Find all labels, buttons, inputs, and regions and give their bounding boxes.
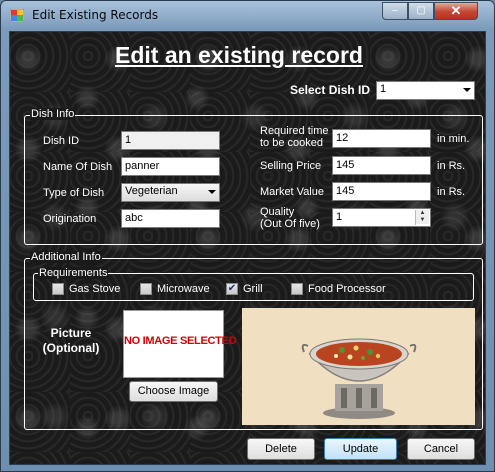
minimize-button[interactable]: – [382, 2, 408, 20]
dish-name-label: Name Of Dish [43, 161, 113, 173]
dish-id-label: Dish ID [43, 135, 80, 147]
dish-id-field[interactable]: 1 [121, 131, 220, 150]
form-client-area: Edit an existing record Select Dish ID 1… [9, 31, 486, 465]
market-value-field[interactable]: 145 [332, 182, 431, 201]
quality-value: 1 [336, 211, 343, 223]
cook-time-unit: in min. [437, 133, 470, 145]
grill-checkbox[interactable]: ✔ [226, 283, 238, 295]
quality-label: Quality (Out Of five) [260, 206, 320, 230]
choose-image-button[interactable]: Choose Image [129, 381, 218, 402]
dish-name-field[interactable]: panner [121, 157, 220, 176]
additional-info-legend: Additional Info [30, 251, 102, 263]
checkmark-icon: ✔ [227, 283, 237, 294]
grill-label: Grill [243, 283, 263, 295]
no-image-placeholder: NO IMAGE SELECTED [123, 310, 237, 378]
gas-stove-checkbox[interactable] [52, 283, 64, 295]
dish-type-label: Type of Dish [43, 187, 105, 199]
edit-records-window: Edit Existing Records – ▢ ✕ Edit an exis… [0, 0, 495, 472]
gas-stove-label: Gas Stove [69, 283, 121, 295]
selling-price-unit: in Rs. [437, 160, 466, 172]
dish-info-legend: Dish Info [30, 108, 76, 120]
selling-price-field[interactable]: 145 [332, 156, 431, 175]
stepper-arrows[interactable]: ▲ ▼ [415, 210, 429, 225]
delete-button[interactable]: Delete [247, 438, 315, 460]
origination-label: Origination [43, 213, 97, 225]
cook-time-label: Required time to be cooked [260, 125, 329, 149]
cancel-button[interactable]: Cancel [407, 438, 475, 460]
select-dish-id-label: Select Dish ID [290, 83, 371, 97]
dish-type-value: Vegeterian [125, 185, 178, 197]
select-dish-id-dropdown[interactable]: 1 [376, 81, 475, 100]
quality-stepper[interactable]: 1 ▲ ▼ [332, 208, 431, 227]
app-icon [10, 9, 24, 22]
food-processor-checkbox[interactable] [291, 283, 303, 295]
close-button[interactable]: ✕ [434, 2, 478, 20]
maximize-button[interactable]: ▢ [408, 2, 434, 20]
window-title: Edit Existing Records [32, 8, 159, 22]
update-button[interactable]: Update [324, 438, 397, 460]
market-value-label: Market Value [260, 186, 324, 198]
picture-label: Picture (Optional) [42, 326, 100, 355]
cook-time-field[interactable]: 12 [332, 129, 431, 148]
page-title: Edit an existing record [115, 42, 363, 68]
food-processor-label: Food Processor [308, 283, 386, 295]
dish-photo [242, 308, 475, 425]
dish-type-dropdown[interactable]: Vegeterian [121, 183, 220, 202]
stepper-down-icon[interactable]: ▼ [416, 217, 429, 224]
origination-field[interactable]: abc [121, 209, 220, 228]
requirements-legend: Requirements [38, 267, 109, 279]
no-image-text: NO IMAGE SELECTED [124, 335, 237, 347]
select-dish-id-value: 1 [380, 83, 387, 95]
chevron-down-icon [463, 88, 471, 92]
market-value-unit: in Rs. [437, 186, 466, 198]
title-bar[interactable]: Edit Existing Records – ▢ ✕ [1, 1, 494, 31]
chevron-down-icon [208, 190, 216, 194]
selling-price-label: Selling Price [260, 160, 322, 172]
stepper-up-icon[interactable]: ▲ [416, 210, 429, 217]
soup-bowl-image [301, 338, 417, 419]
microwave-checkbox[interactable] [140, 283, 152, 295]
microwave-label: Microwave [157, 283, 210, 295]
